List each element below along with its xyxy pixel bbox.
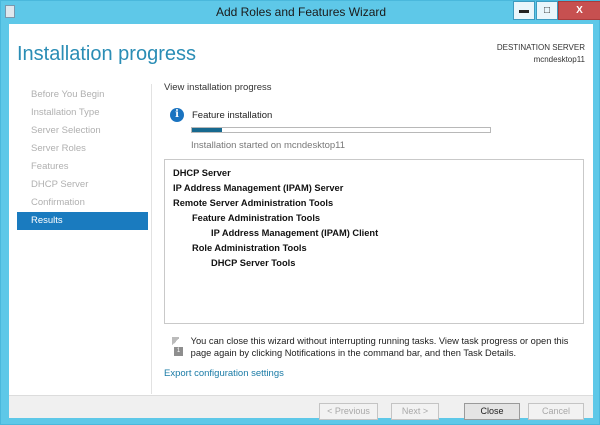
title-bar[interactable]: Add Roles and Features Wizard ▬ □ X: [1, 1, 600, 24]
app-icon: [5, 5, 15, 18]
destination-server-name: mcndesktop11: [533, 55, 585, 64]
destination-server: DESTINATION SERVER mcndesktop11: [497, 42, 585, 66]
sidebar-item-results[interactable]: Results: [17, 212, 148, 230]
destination-label: DESTINATION SERVER: [496, 43, 585, 52]
list-item: DHCP Server: [173, 168, 231, 178]
feature-installation-label: Feature installation: [192, 109, 273, 121]
wizard-window: Add Roles and Features Wizard ▬ □ X Inst…: [0, 0, 600, 425]
page-title: Installation progress: [17, 43, 196, 65]
list-item: Remote Server Administration Tools: [173, 198, 334, 208]
close-button[interactable]: Close: [464, 403, 520, 420]
sidebar-item-features[interactable]: Features: [17, 158, 148, 176]
button-bar: < Previous Next > Close Cancel: [9, 395, 593, 420]
previous-button[interactable]: < Previous: [319, 403, 378, 420]
minimize-button[interactable]: ▬: [513, 1, 535, 20]
divider: [151, 84, 152, 394]
progress-bar: [191, 127, 491, 133]
info-icon: i: [170, 108, 184, 122]
progress-fill: [192, 128, 222, 132]
view-progress-label: View installation progress: [164, 82, 272, 93]
sidebar-item-server-roles[interactable]: Server Roles: [17, 140, 148, 158]
window-title: Add Roles and Features Wizard: [215, 5, 387, 19]
sidebar-item-server-selection[interactable]: Server Selection: [17, 122, 148, 140]
sidebar-item-dhcp-server[interactable]: DHCP Server: [17, 176, 148, 194]
wizard-body: Installation progress DESTINATION SERVER…: [9, 24, 593, 420]
list-item: IP Address Management (IPAM) Server: [173, 183, 344, 193]
progress-section: View installation progress i Feature ins…: [164, 82, 584, 151]
export-configuration-link[interactable]: Export configuration settings: [164, 368, 284, 379]
close-window-button[interactable]: X: [558, 1, 600, 20]
list-item: IP Address Management (IPAM) Client: [211, 228, 379, 238]
next-button[interactable]: Next >: [391, 403, 439, 420]
list-item: DHCP Server Tools: [211, 258, 296, 268]
installation-started-text: Installation started on mcndesktop11: [191, 140, 346, 151]
list-item: Role Administration Tools: [192, 243, 307, 253]
list-item: Feature Administration Tools: [192, 213, 321, 223]
sidebar-item-confirmation[interactable]: Confirmation: [17, 194, 148, 212]
sidebar-item-installation-type[interactable]: Installation Type: [17, 104, 148, 122]
close-note: 1 You can close this wizard without inte…: [172, 335, 582, 359]
features-list[interactable]: DHCP Server IP Address Management (IPAM) …: [164, 159, 584, 324]
note-text: You can close this wizard without interr…: [190, 336, 569, 358]
wizard-steps: Before You Begin Installation Type Server …: [17, 86, 148, 230]
sidebar-item-before-you-begin[interactable]: Before You Begin: [17, 86, 148, 104]
maximize-button[interactable]: □: [536, 1, 558, 20]
cancel-button[interactable]: Cancel: [528, 403, 584, 420]
notification-flag-icon: 1: [172, 337, 183, 357]
